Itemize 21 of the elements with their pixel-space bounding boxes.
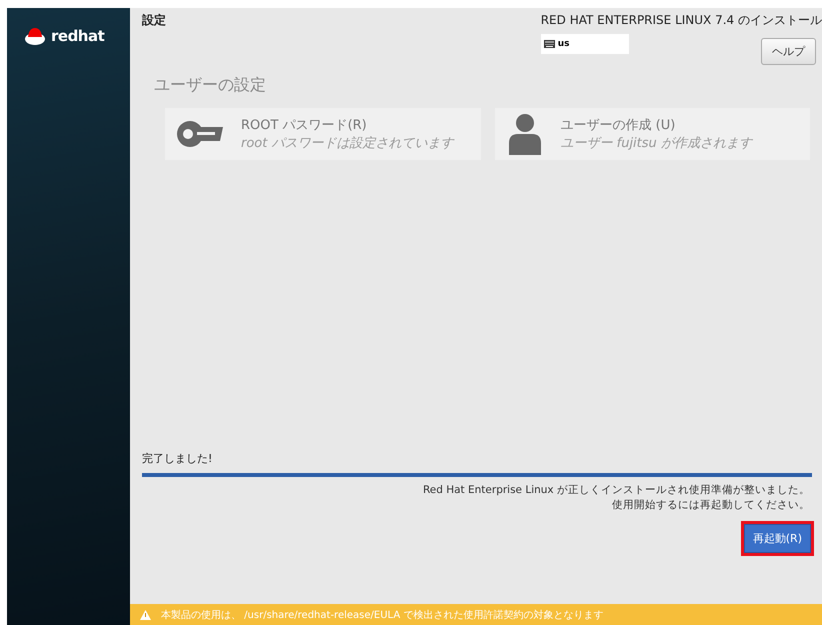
spoke-title: ユーザーの作成 (U) bbox=[560, 117, 676, 134]
keyboard-layout-field[interactable]: us bbox=[540, 34, 629, 54]
product-title: RED HAT ENTERPRISE LINUX 7.4 のインストール bbox=[540, 12, 822, 29]
warning-text: 本製品の使用は、 /usr/share/redhat-release/EULA で検出された使用許諾契約の対象となります bbox=[161, 608, 604, 622]
settings-spoke[interactable]: ユーザーの作成 (U) ユーザー fujitsu が作成されます bbox=[494, 108, 810, 160]
completion-message: Red Hat Enterprise Linux が正しくインストールされ使用準備が整いました。 bbox=[422, 483, 810, 498]
progress-label: 完了しました! bbox=[142, 451, 214, 466]
logo-text: redhat bbox=[51, 27, 104, 45]
reboot-button[interactable]: 再起動(R) bbox=[744, 524, 811, 553]
warning-icon bbox=[140, 610, 151, 620]
spoke-status: root パスワードは設定されています bbox=[241, 135, 454, 152]
spoke-title: ROOT パスワード(R) bbox=[241, 117, 368, 134]
section-title: ユーザーの設定 bbox=[154, 75, 267, 96]
spoke-status: ユーザー fujitsu が作成されます bbox=[560, 135, 752, 152]
help-button[interactable]: ヘルプ bbox=[761, 38, 816, 65]
completion-message: 使用開始するには再起動してください。 bbox=[611, 498, 810, 513]
key-icon bbox=[175, 119, 225, 149]
logo-icon bbox=[24, 26, 46, 46]
page-title: 設定 bbox=[142, 12, 166, 29]
settings-spoke[interactable]: ROOT パスワード(R) root パスワードは設定されています bbox=[165, 108, 480, 160]
keyboard-icon bbox=[544, 40, 555, 48]
